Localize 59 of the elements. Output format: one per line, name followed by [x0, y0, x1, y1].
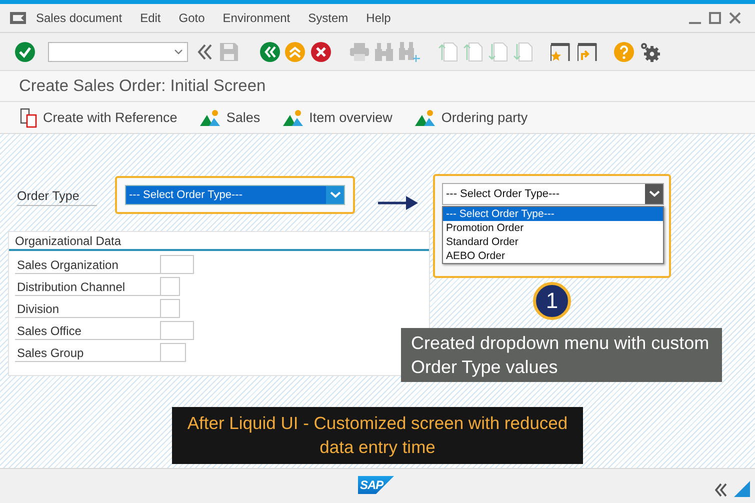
- window-star-icon[interactable]: [550, 42, 570, 62]
- caption-banner: After Liquid UI - Customized screen with reduced data entry time: [172, 407, 583, 464]
- logo: SAP: [358, 476, 394, 494]
- input-field[interactable]: [160, 299, 180, 318]
- toolbar-button[interactable]: Ordering party: [415, 109, 528, 126]
- input-field[interactable]: [160, 277, 180, 296]
- callout-note: Created dropdown menu with custom Order Type values: [401, 328, 722, 382]
- group-title: Organizational Data: [15, 234, 122, 248]
- menu-item[interactable]: Goto: [178, 11, 205, 25]
- input-field[interactable]: [160, 255, 194, 274]
- screen-title: Create Sales Order: Initial Screen: [19, 76, 266, 96]
- order-type-dropdown[interactable]: --- Select Order Type---: [125, 185, 345, 205]
- double-chevron-left-icon[interactable]: [714, 483, 728, 497]
- chevron-down-icon: [648, 190, 660, 198]
- double-chevron-left-icon[interactable]: [196, 42, 214, 60]
- menu-item[interactable]: Help: [366, 11, 391, 25]
- window-arrow-icon[interactable]: [577, 42, 597, 62]
- resize-icon[interactable]: [734, 481, 750, 497]
- print-icon[interactable]: [350, 42, 369, 60]
- save-icon[interactable]: [220, 42, 238, 60]
- exit-icon[interactable]: [285, 42, 305, 62]
- toolbar-button[interactable]: Sales: [200, 109, 260, 126]
- close-icon[interactable]: [729, 12, 741, 24]
- binoculars-icon[interactable]: [374, 42, 394, 60]
- help-icon[interactable]: [614, 42, 634, 62]
- cancel-icon[interactable]: [311, 42, 331, 62]
- arrow-icon: [378, 196, 418, 210]
- input-field[interactable]: [160, 343, 186, 362]
- menu-item[interactable]: Sales document: [36, 11, 122, 25]
- dropdown-option[interactable]: Standard Order: [443, 235, 663, 249]
- chevron-down-icon: [330, 191, 340, 199]
- check-icon[interactable]: [15, 42, 35, 62]
- page-up-icon[interactable]: [463, 42, 483, 62]
- mountain-icon: [283, 109, 304, 126]
- order-type-dropdown[interactable]: --- Select Order Type---: [442, 183, 664, 205]
- menu-item[interactable]: Edit: [140, 11, 161, 25]
- maximize-icon[interactable]: [709, 12, 721, 24]
- input-field[interactable]: [160, 321, 194, 340]
- dropdown-option[interactable]: --- Select Order Type---: [443, 207, 663, 221]
- menu-icon[interactable]: [10, 12, 26, 24]
- dropdown-option[interactable]: AEBO Order: [443, 249, 663, 263]
- back-icon[interactable]: [260, 42, 280, 62]
- mountain-icon: [200, 109, 220, 126]
- toolbar-button[interactable]: Item overview: [283, 109, 392, 126]
- toolbar-button[interactable]: Create with Reference: [20, 108, 178, 128]
- command-field[interactable]: [48, 42, 188, 62]
- mountain-icon: [415, 109, 436, 126]
- binoculars-plus-icon[interactable]: [398, 42, 420, 62]
- menu-item[interactable]: System: [308, 11, 348, 25]
- copy-icon: [20, 108, 37, 128]
- page-up-icon[interactable]: [438, 42, 458, 62]
- page-down-icon[interactable]: [513, 42, 533, 62]
- step-badge: 1: [533, 282, 571, 320]
- field-label: Order Type: [17, 184, 97, 206]
- menu-item[interactable]: Environment: [222, 11, 290, 25]
- chevron-down-icon: [174, 48, 183, 54]
- page-down-icon[interactable]: [488, 42, 508, 62]
- dropdown-option[interactable]: Promotion Order: [443, 221, 663, 235]
- settings-icon[interactable]: [640, 42, 660, 62]
